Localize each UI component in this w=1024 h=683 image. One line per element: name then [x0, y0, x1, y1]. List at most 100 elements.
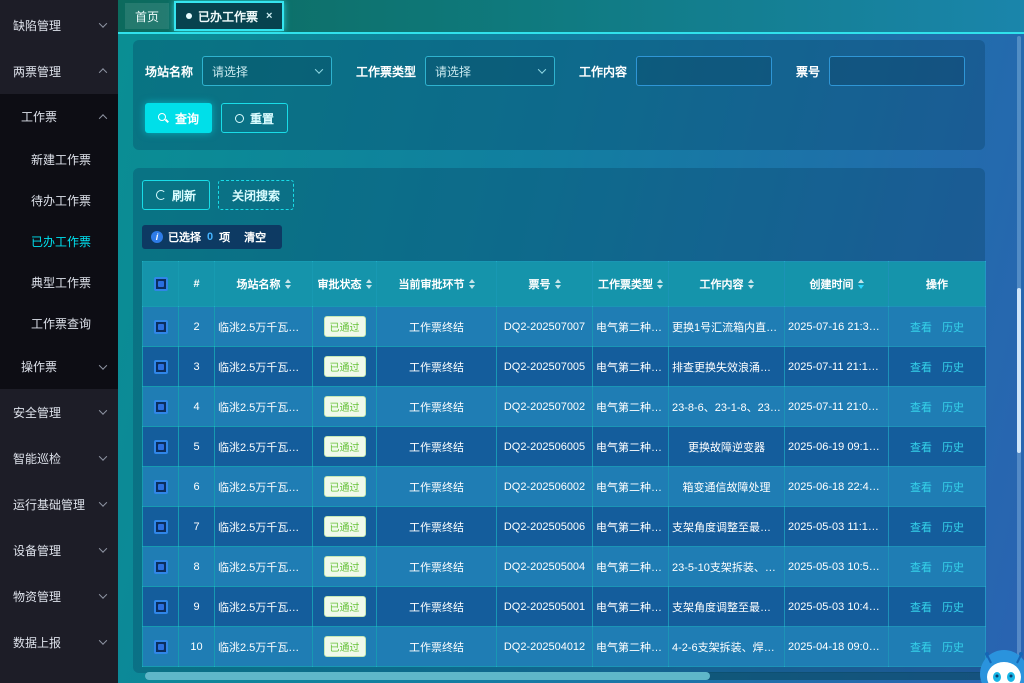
sort-carets-icon[interactable]	[285, 279, 291, 289]
sidebar-item-equipment-management[interactable]: 设备管理	[0, 527, 118, 573]
station-select[interactable]: 请选择	[202, 56, 332, 86]
history-link[interactable]: 历史	[942, 602, 964, 614]
sidebar-item-todo-work-ticket[interactable]: 待办工作票	[0, 180, 118, 221]
sidebar-item-operation-basic-management[interactable]: 运行基础管理	[0, 481, 118, 527]
column-header[interactable]: 工作票类型	[593, 262, 669, 307]
approval-step-cell: 工作票终结	[377, 547, 497, 587]
history-link[interactable]: 历史	[942, 642, 964, 654]
table-row: 8临洮2.5万千瓦光伏电..已通过工作票终结DQ2-202505004电气第二种…	[143, 547, 986, 587]
status-badge: 已通过	[324, 556, 366, 577]
tab-close-icon[interactable]: ×	[266, 10, 272, 22]
reset-button[interactable]: 重置	[221, 103, 288, 133]
view-link[interactable]: 查看	[910, 402, 932, 414]
row-checkbox[interactable]	[154, 440, 168, 454]
vertical-scrollbar-thumb[interactable]	[1017, 288, 1021, 453]
history-link[interactable]: 历史	[942, 562, 964, 574]
row-checkbox[interactable]	[154, 360, 168, 374]
history-link[interactable]: 历史	[942, 322, 964, 334]
table-row: 9临洮2.5万千瓦光伏电..已通过工作票终结DQ2-202505001电气第二种…	[143, 587, 986, 627]
sort-carets-icon[interactable]	[748, 279, 754, 289]
sidebar-item-new-work-ticket[interactable]: 新建工作票	[0, 139, 118, 180]
view-link[interactable]: 查看	[910, 362, 932, 374]
sort-carets-icon[interactable]	[858, 279, 864, 289]
sort-carets-icon[interactable]	[469, 279, 475, 289]
clear-selection-link[interactable]: 清空	[244, 229, 266, 245]
work-content-input[interactable]	[636, 56, 772, 86]
reset-icon	[235, 114, 244, 123]
sidebar-item-material-management[interactable]: 物资管理	[0, 573, 118, 619]
row-checkbox[interactable]	[154, 560, 168, 574]
station-name-cell: 临洮2.5万千瓦光伏电..	[215, 387, 313, 427]
ticket-no-input[interactable]	[829, 56, 965, 86]
column-header-label: 审批状态	[318, 276, 362, 292]
sort-carets-icon[interactable]	[555, 279, 561, 289]
sort-carets-icon[interactable]	[657, 279, 663, 289]
column-header[interactable]: 工作内容	[669, 262, 785, 307]
created-time-cell: 2025-07-16 21:34:57	[785, 307, 889, 347]
refresh-button[interactable]: 刷新	[142, 180, 210, 210]
query-button[interactable]: 查询	[145, 103, 212, 133]
column-header[interactable]: 场站名称	[215, 262, 313, 307]
sidebar-item-operation-ticket[interactable]: 操作票	[0, 344, 118, 389]
status-badge: 已通过	[324, 596, 366, 617]
history-link[interactable]: 历史	[942, 402, 964, 414]
assistant-robot-button[interactable]	[978, 647, 1024, 683]
row-checkbox[interactable]	[154, 480, 168, 494]
column-header[interactable]: 审批状态	[313, 262, 377, 307]
sidebar-item-two-ticket-management[interactable]: 两票管理	[0, 48, 118, 94]
history-link[interactable]: 历史	[942, 482, 964, 494]
sidebar-item-typical-work-ticket[interactable]: 典型工作票	[0, 262, 118, 303]
row-index-cell: 8	[179, 547, 215, 587]
tab-done-work-ticket[interactable]: 已办工作票 ×	[174, 1, 284, 31]
sidebar-item-work-ticket-query[interactable]: 工作票查询	[0, 303, 118, 344]
horizontal-scrollbar[interactable]	[145, 672, 985, 680]
column-header[interactable]: 票号	[497, 262, 593, 307]
station-label: 场站名称	[145, 63, 193, 80]
status-badge: 已通过	[324, 636, 366, 657]
view-link[interactable]: 查看	[910, 562, 932, 574]
tab-home[interactable]: 首页	[125, 3, 169, 29]
sidebar-item-safety-management[interactable]: 安全管理	[0, 389, 118, 435]
sort-carets-icon[interactable]	[366, 279, 372, 289]
ticket-no-cell: DQ2-202507002	[497, 387, 593, 427]
tab-label: 已办工作票	[198, 8, 258, 25]
view-link[interactable]: 查看	[910, 482, 932, 494]
sidebar-item-data-report[interactable]: 数据上报	[0, 619, 118, 665]
column-header[interactable]: 当前审批环节	[377, 262, 497, 307]
approval-status-cell: 已通过	[313, 547, 377, 587]
status-badge: 已通过	[324, 476, 366, 497]
actions-cell: 查看历史	[889, 347, 986, 387]
station-name-cell: 临洮2.5万千瓦光伏电..	[215, 427, 313, 467]
row-checkbox[interactable]	[154, 400, 168, 414]
column-header[interactable]: 创建时间	[785, 262, 889, 307]
selection-count: 0	[207, 231, 213, 243]
row-checkbox[interactable]	[154, 320, 168, 334]
history-link[interactable]: 历史	[942, 442, 964, 454]
history-link[interactable]: 历史	[942, 522, 964, 534]
view-link[interactable]: 查看	[910, 442, 932, 454]
ticket-type-cell: 电气第二种工作票	[593, 347, 669, 387]
ticket-type-cell: 电气第二种工作票	[593, 467, 669, 507]
row-checkbox[interactable]	[154, 600, 168, 614]
history-link[interactable]: 历史	[942, 362, 964, 374]
tab-active-dot-icon	[186, 13, 192, 19]
sidebar-item-work-ticket[interactable]: 工作票	[0, 94, 118, 139]
row-checkbox-cell	[143, 387, 179, 427]
view-link[interactable]: 查看	[910, 602, 932, 614]
sidebar-item-intelligent-inspection[interactable]: 智能巡检	[0, 435, 118, 481]
vertical-scrollbar[interactable]	[1017, 36, 1021, 683]
select-all-checkbox[interactable]	[154, 277, 168, 291]
close-search-button[interactable]: 关闭搜索	[218, 180, 294, 210]
sidebar-item-defect-management[interactable]: 缺陷管理	[0, 2, 118, 48]
view-link[interactable]: 查看	[910, 322, 932, 334]
table-panel: 刷新 关闭搜索 已选择 0 项 清空 #场站名称审批状态当前审批环节票号工作票类…	[133, 168, 985, 673]
ticket-type-select[interactable]: 请选择	[425, 56, 555, 86]
horizontal-scrollbar-thumb[interactable]	[145, 672, 710, 680]
row-checkbox-cell	[143, 547, 179, 587]
sidebar-item-done-work-ticket[interactable]: 已办工作票	[0, 221, 118, 262]
row-checkbox[interactable]	[154, 520, 168, 534]
view-link[interactable]: 查看	[910, 522, 932, 534]
view-link[interactable]: 查看	[910, 642, 932, 654]
actions-cell: 查看历史	[889, 507, 986, 547]
row-checkbox[interactable]	[154, 640, 168, 654]
